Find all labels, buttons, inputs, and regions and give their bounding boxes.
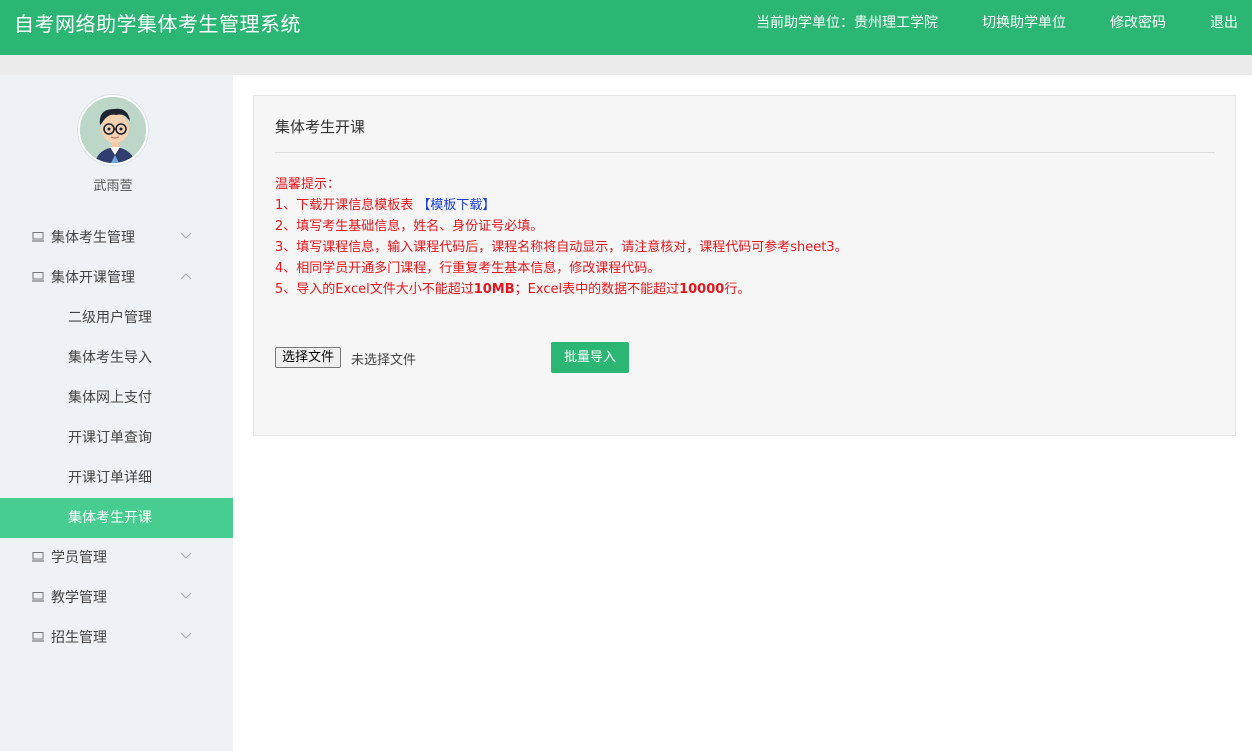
tip-line-1: 1、下载开课信息模板表 【模板下载】 (275, 195, 848, 216)
file-status-text: 未选择文件 (351, 353, 417, 368)
sidebar-group-label: 集体开课管理 (51, 270, 135, 286)
sidebar-item-order-detail[interactable]: 开课订单详细 (0, 458, 233, 498)
sidebar-menu: 集体考生管理 集体开课管理 二级用户管理 集体考生导入 集体网上支付 开课订单查… (0, 218, 233, 658)
monitor-icon (32, 632, 44, 642)
chevron-down-icon (180, 552, 192, 559)
sidebar-group-teaching-management[interactable]: 教学管理 (0, 578, 233, 618)
tip-line-5-a: 5、导入的Excel文件大小不能超过 (275, 282, 474, 297)
tip-line-2: 2、填写考生基础信息，姓名、身份证号必填。 (275, 219, 544, 234)
sidebar-group-enrollment-management[interactable]: 招生管理 (0, 618, 233, 658)
current-unit-value: 贵州理工学院 (854, 15, 938, 31)
chevron-up-icon (180, 273, 192, 280)
monitor-icon (32, 552, 44, 562)
chevron-down-icon (180, 592, 192, 599)
tips-heading: 温馨提示： (275, 177, 341, 192)
chevron-down-icon (180, 632, 192, 639)
sidebar-group-label: 招生管理 (51, 630, 107, 646)
title-divider (275, 152, 1215, 153)
sidebar-group-student-management[interactable]: 学员管理 (0, 538, 233, 578)
avatar-illustration (80, 97, 146, 163)
tip-line-5-row-limit: 10000 (679, 282, 725, 297)
sidebar-group-course-management[interactable]: 集体开课管理 (0, 258, 233, 298)
sidebar-item-order-query[interactable]: 开课订单查询 (0, 418, 233, 458)
sidebar-item-secondary-users[interactable]: 二级用户管理 (0, 298, 233, 338)
monitor-icon (32, 272, 44, 282)
monitor-icon (32, 592, 44, 602)
header-nav: 当前助学单位：贵州理工学院 切换助学单位 修改密码 退出 (756, 12, 1238, 32)
sidebar-group-label: 教学管理 (51, 590, 107, 606)
tip-line-1-text: 1、下载开课信息模板表 (275, 198, 418, 213)
sidebar-group-candidate-management[interactable]: 集体考生管理 (0, 218, 233, 258)
logout-link[interactable]: 退出 (1210, 12, 1238, 32)
current-unit-label: 当前助学单位： (756, 15, 854, 31)
change-password-link[interactable]: 修改密码 (1110, 12, 1166, 32)
tip-line-4: 4、相同学员开通多门课程，行重复考生基本信息，修改课程代码。 (275, 261, 661, 276)
sidebar-item-online-payment[interactable]: 集体网上支付 (0, 378, 233, 418)
batch-import-button[interactable]: 批量导入 (551, 342, 629, 373)
current-unit: 当前助学单位：贵州理工学院 (756, 12, 938, 32)
tip-line-5-size-limit: 10MB (473, 282, 515, 297)
tip-line-5: 5、导入的Excel文件大小不能超过10MB；Excel表中的数据不能超过100… (275, 279, 848, 300)
page-title: 集体考生开课 (275, 118, 366, 136)
choose-file-button[interactable]: 选择文件 (275, 347, 342, 368)
sidebar-group-label: 集体考生管理 (51, 230, 135, 246)
avatar (78, 95, 148, 165)
sidebar: 武雨萱 集体考生管理 集体开课管理 二级用户管理 集体考生导入 集体网上支付 开… (0, 75, 233, 751)
app-title: 自考网络助学集体考生管理系统 (14, 12, 301, 36)
chevron-down-icon (180, 232, 192, 239)
sidebar-group-label: 学员管理 (51, 550, 107, 566)
tip-line-5-c: ；Excel表中的数据不能超过 (514, 282, 680, 297)
template-download-link[interactable]: 【模板下载】 (417, 198, 495, 213)
sidebar-item-candidate-course-open[interactable]: 集体考生开课 (0, 498, 233, 538)
tip-line-5-e: 行。 (724, 282, 751, 297)
tips-block: 温馨提示： 1、下载开课信息模板表 【模板下载】 2、填写考生基础信息，姓名、身… (275, 174, 848, 300)
course-open-panel: 集体考生开课 温馨提示： 1、下载开课信息模板表 【模板下载】 2、填写考生基础… (253, 95, 1236, 436)
top-header: 自考网络助学集体考生管理系统 当前助学单位：贵州理工学院 切换助学单位 修改密码… (0, 0, 1252, 55)
switch-unit-link[interactable]: 切换助学单位 (982, 12, 1066, 32)
header-strip (0, 55, 1252, 75)
sidebar-item-candidate-import[interactable]: 集体考生导入 (0, 338, 233, 378)
user-name: 武雨萱 (93, 179, 133, 194)
tip-line-3: 3、填写课程信息，输入课程代码后，课程名称将自动显示，请注意核对，课程代码可参考… (275, 240, 848, 255)
monitor-icon (32, 232, 44, 242)
